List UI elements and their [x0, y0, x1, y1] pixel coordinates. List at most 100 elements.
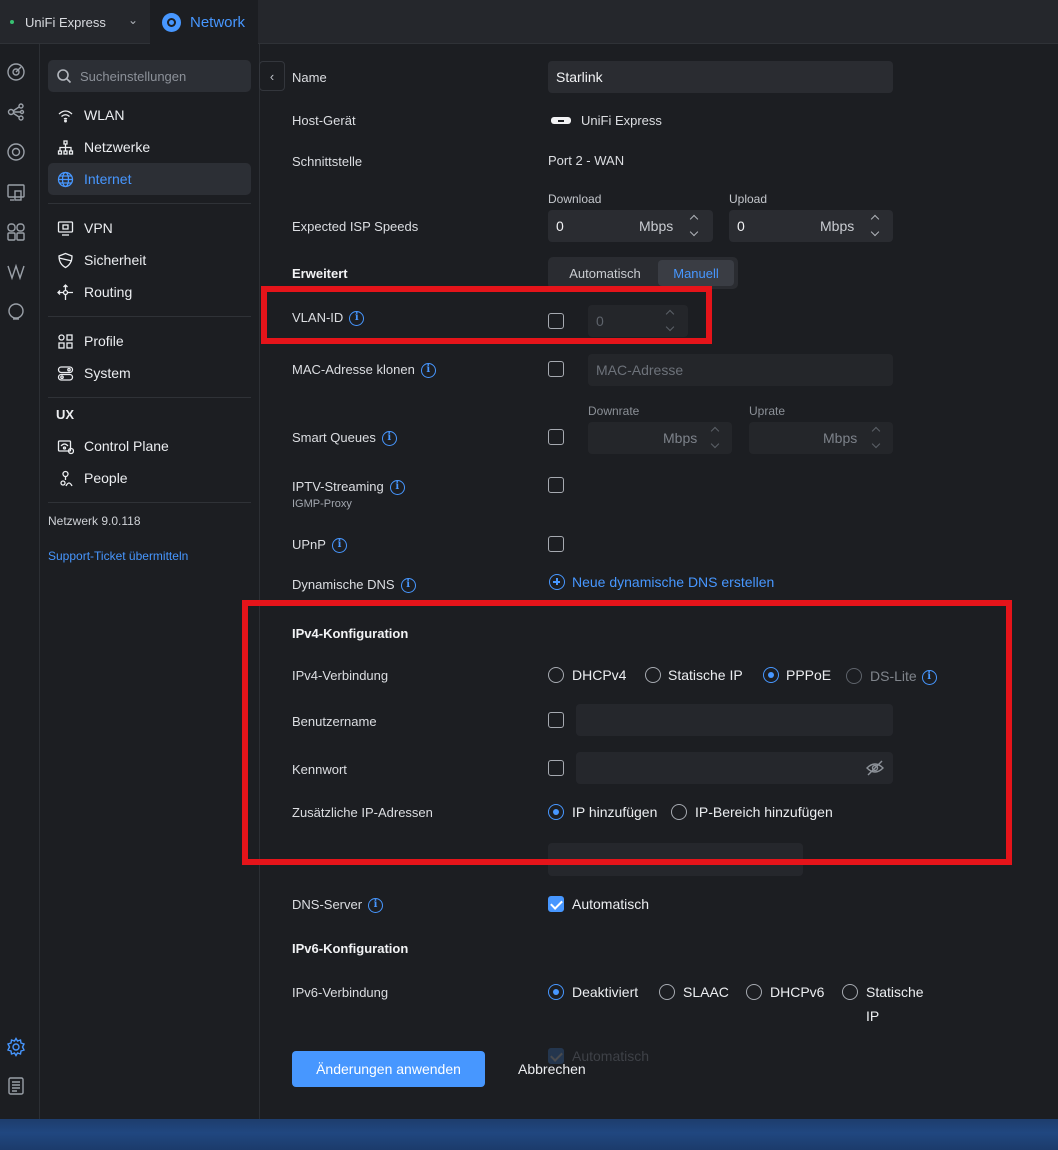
device-switcher[interactable]: UniFi Express ⌄ [0, 0, 150, 44]
upload-stepper[interactable] [870, 213, 880, 239]
sidebar-item-netzwerke[interactable]: Netzwerke [48, 131, 251, 163]
sidebar-item-label: Netzwerke [84, 139, 151, 155]
uprate-caption: Uprate [749, 404, 786, 418]
alerts-icon[interactable] [6, 302, 26, 322]
sidebar-item-profile[interactable]: Profile [48, 325, 251, 357]
advanced-mode-manual[interactable]: Manuell [658, 260, 734, 286]
sidebar-item-wlan[interactable]: WLAN [48, 99, 251, 131]
ipv6-static-radio[interactable] [842, 984, 858, 1000]
ipv6-static-label[interactable]: Statische [866, 984, 924, 1000]
sidebar-item-label: Internet [84, 171, 132, 187]
downrate-stepper[interactable] [710, 425, 720, 451]
upnp-checkbox[interactable] [548, 536, 564, 552]
os-taskbar [0, 1119, 1058, 1150]
clients-icon[interactable] [6, 182, 26, 202]
dns-auto-label[interactable]: Automatisch [572, 896, 649, 912]
support-ticket-link[interactable]: Support-Ticket übermitteln [48, 549, 188, 563]
mac-clone-checkbox[interactable] [548, 361, 564, 377]
sidebar-divider [48, 316, 251, 317]
sidebar-item-label: Sicherheit [84, 252, 147, 268]
settings-gear-icon[interactable] [6, 1037, 26, 1057]
ipv4-highlight-box [242, 600, 1012, 865]
downrate-unit: Mbps [663, 430, 698, 446]
dynamic-dns-text: Dynamische DNS [292, 577, 395, 592]
iptv-label: IPTV-Streaming i [292, 479, 405, 496]
advanced-mode-auto[interactable]: Automatisch [552, 260, 658, 286]
sidebar-item-sicherheit[interactable]: Sicherheit [48, 244, 251, 276]
info-icon[interactable]: i [400, 578, 416, 594]
sidebar-item-system[interactable]: System [48, 357, 251, 389]
collapse-sidebar-button[interactable]: ‹ [259, 61, 285, 91]
iptv-checkbox[interactable] [548, 477, 564, 493]
name-input[interactable]: Starlink [548, 61, 893, 93]
info-icon[interactable]: i [420, 363, 436, 379]
cancel-button[interactable]: Abbrechen [518, 1061, 586, 1077]
globe-icon [57, 171, 74, 188]
smart-queues-text: Smart Queues [292, 430, 376, 445]
topology-icon [57, 139, 74, 156]
download-stepper[interactable] [689, 213, 699, 239]
profiles-icon [57, 333, 74, 350]
app-tab-network[interactable]: Network [150, 0, 258, 44]
plus-circle-icon [549, 574, 565, 590]
ipv6-static-label-line2: IP [866, 1008, 880, 1024]
dashboard-icon[interactable] [6, 62, 26, 82]
interface-value: Port 2 - WAN [548, 153, 625, 168]
ipv6-disabled-label[interactable]: Deaktiviert [572, 984, 638, 1000]
devices-icon[interactable] [6, 142, 26, 162]
shield-icon [57, 252, 74, 269]
search-placeholder: Sucheinstellungen [80, 68, 187, 84]
smart-queues-label: Smart Queues i [292, 430, 397, 447]
mac-address-input[interactable]: MAC-Adresse [588, 354, 893, 386]
info-icon[interactable]: i [331, 538, 347, 554]
ports-icon[interactable] [6, 222, 26, 242]
sidebar-item-control-plane[interactable]: Control Plane [48, 430, 251, 462]
interface-label: Schnittstelle [292, 154, 363, 169]
advanced-mode-toggle: Automatisch Manuell [548, 257, 738, 289]
sidebar-item-people[interactable]: People [48, 462, 251, 494]
create-dynamic-dns-text: Neue dynamische DNS erstellen [572, 574, 775, 590]
downrate-caption: Downrate [588, 404, 640, 418]
upload-speed-input[interactable]: 0 [729, 210, 893, 242]
ipv6-dhcpv6-label[interactable]: DHCPv6 [770, 984, 824, 1000]
sidebar-item-internet[interactable]: Internet [48, 163, 251, 195]
topology-icon[interactable] [6, 102, 26, 122]
ipv6-dhcpv6-radio[interactable] [746, 984, 762, 1000]
upnp-text: UPnP [292, 537, 326, 552]
info-icon[interactable]: i [389, 480, 405, 496]
people-icon [57, 470, 74, 487]
sidebar-item-vpn[interactable]: VPN [48, 212, 251, 244]
uprate-stepper[interactable] [871, 425, 881, 451]
sidebar-item-label: Routing [84, 284, 133, 300]
sidebar-item-routing[interactable]: Routing [48, 276, 251, 308]
apply-changes-button[interactable]: Änderungen anwenden [292, 1051, 485, 1087]
chevron-down-icon: ⌄ [128, 13, 139, 27]
version-text: Netzwerk 9.0.118 [48, 514, 141, 528]
download-unit: Mbps [639, 218, 674, 234]
sidebar-item-label: WLAN [84, 107, 125, 123]
ipv6-disabled-radio[interactable] [548, 984, 564, 1000]
sidebar-heading-ux: UX [56, 407, 75, 422]
ipv6-slaac-label[interactable]: SLAAC [683, 984, 729, 1000]
ipv6-slaac-radio[interactable] [659, 984, 675, 1000]
ipv6-heading: IPv6-Konfiguration [292, 941, 409, 956]
info-icon[interactable]: i [381, 431, 397, 447]
iptv-sublabel: IGMP-Proxy [292, 498, 352, 510]
smart-queues-checkbox[interactable] [548, 429, 564, 445]
logs-icon[interactable] [6, 1076, 26, 1096]
sidebar-item-label: VPN [84, 220, 113, 236]
network-logo-icon [162, 12, 181, 32]
control-plane-icon [57, 438, 74, 455]
host-device-value: UniFi Express [581, 113, 662, 128]
top-bar: UniFi Express ⌄ Network [0, 0, 1058, 44]
create-dynamic-dns-link[interactable]: Neue dynamische DNS erstellen [549, 574, 774, 590]
insights-icon[interactable] [6, 262, 26, 282]
search-icon [57, 69, 72, 84]
info-icon[interactable]: i [368, 898, 384, 914]
dns-server-text: DNS-Server [292, 897, 363, 912]
device-name: UniFi Express [25, 14, 106, 30]
settings-search-input[interactable]: Sucheinstellungen [48, 60, 251, 92]
chevron-left-icon: ‹ [269, 68, 275, 84]
sidebar-item-label: People [84, 470, 128, 486]
dns-auto-checkbox[interactable] [548, 896, 564, 912]
